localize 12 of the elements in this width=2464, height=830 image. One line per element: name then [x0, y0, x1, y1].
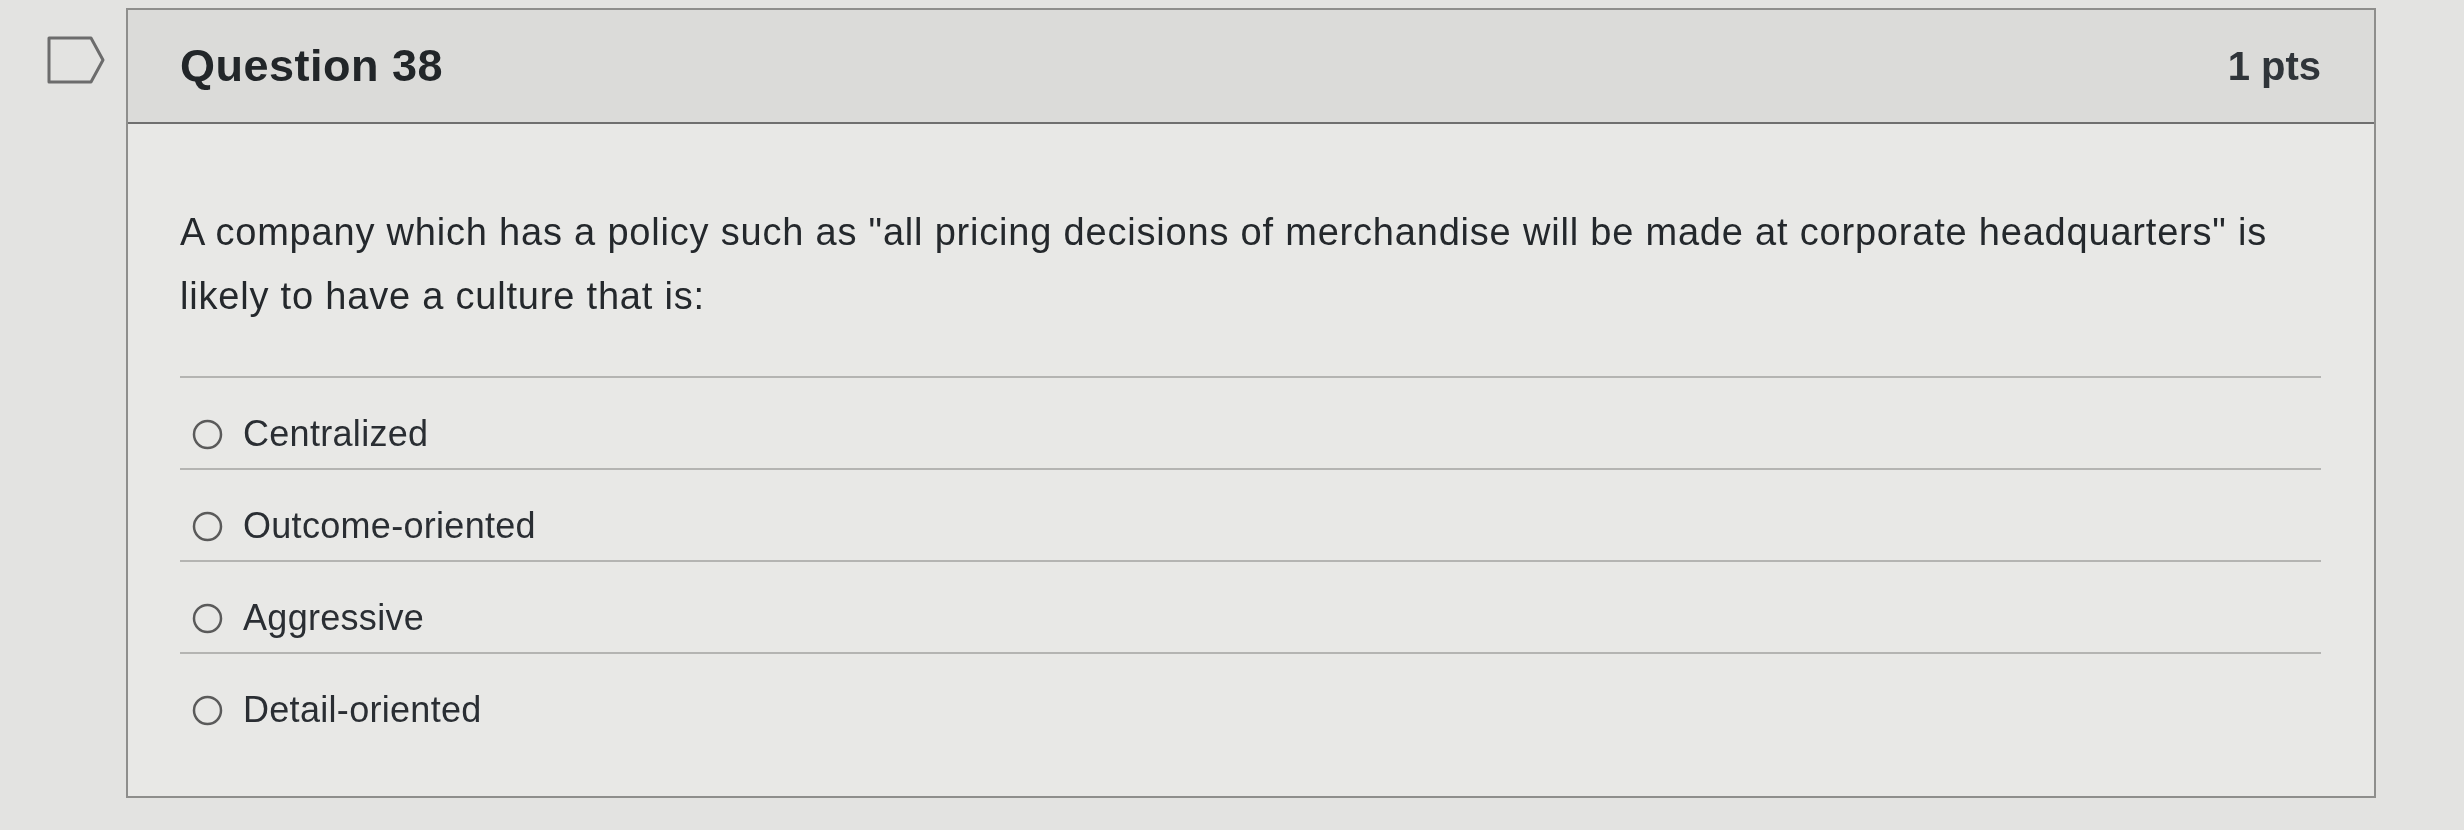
points-label: 1 pts — [2227, 43, 2321, 89]
radio-button[interactable] — [192, 694, 223, 726]
radio-button[interactable] — [192, 510, 223, 542]
tag-icon[interactable] — [47, 36, 105, 84]
radio-button[interactable] — [192, 418, 223, 450]
answer-label[interactable]: Detail-oriented — [243, 690, 482, 730]
radio-button[interactable] — [192, 602, 223, 634]
answer-label[interactable]: Outcome-oriented — [243, 506, 536, 546]
question-text: A company which has a policy such as "all pricing decisions of merchandise will be made at corporate headquarters" is likely to have a culture that is: — [180, 210, 2269, 319]
answer-label[interactable]: Centralized — [243, 414, 429, 454]
answer-label[interactable]: Aggressive — [243, 598, 425, 638]
question-title: Question 38 — [180, 40, 444, 92]
